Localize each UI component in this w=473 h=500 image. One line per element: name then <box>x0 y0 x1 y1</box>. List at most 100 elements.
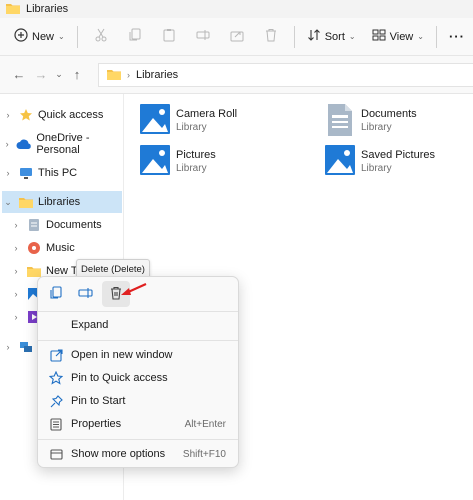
chevron-down-icon[interactable]: ⌄ <box>2 197 14 208</box>
sidebar-item-music[interactable]: › Music <box>2 237 122 259</box>
chevron-right-icon[interactable]: › <box>2 139 12 149</box>
cut-button[interactable] <box>84 24 118 50</box>
library-camera-roll[interactable]: Camera Roll Library <box>140 104 237 137</box>
breadcrumb-separator-icon: › <box>127 70 130 80</box>
view-label: View <box>389 30 414 43</box>
sort-label: Sort <box>324 30 345 43</box>
sidebar-item-documents[interactable]: › Documents <box>2 214 122 236</box>
menu-item-properties[interactable]: Properties Alt+Enter <box>38 413 238 435</box>
menu-item-shortcut: Alt+Enter <box>184 418 226 430</box>
sidebar-item-label: Quick access <box>38 109 104 121</box>
copy-button[interactable] <box>118 24 152 50</box>
sidebar-item-label: Libraries <box>38 196 81 208</box>
sidebar-item-label: Documents <box>46 219 102 231</box>
address-field[interactable]: › Libraries <box>98 63 473 87</box>
library-type: Library <box>176 163 207 174</box>
pictures-library-icon <box>140 104 170 137</box>
rename-button[interactable] <box>72 281 100 307</box>
library-type: Library <box>361 122 392 133</box>
music-icon <box>26 240 42 256</box>
divider <box>38 311 238 312</box>
sidebar-item-label: OneDrive - Personal <box>36 132 90 156</box>
library-type: Library <box>361 163 392 174</box>
folder-icon <box>18 194 34 210</box>
menu-item-pin-quick-access[interactable]: Pin to Quick access <box>38 367 238 389</box>
menu-item-label: Expand <box>71 319 109 331</box>
up-arrow-icon: ↑ <box>73 67 81 82</box>
menu-item-show-more-options[interactable]: Show more options Shift+F10 <box>38 443 238 465</box>
view-icon <box>372 28 386 45</box>
chevron-right-icon[interactable]: › <box>2 342 14 352</box>
sidebar-item-label: Music <box>46 242 75 254</box>
paste-icon <box>162 28 176 45</box>
share-button[interactable] <box>220 24 254 50</box>
sidebar-item-quick-access[interactable]: › Quick access <box>2 104 122 126</box>
folder-icon <box>107 68 121 83</box>
chevron-down-icon: ⌄ <box>417 32 424 41</box>
star-outline-icon <box>49 371 63 385</box>
chevron-right-icon[interactable]: › <box>10 266 22 276</box>
network-icon <box>18 339 34 355</box>
more-options-icon <box>49 447 63 461</box>
view-button[interactable]: View ⌄ <box>366 24 430 49</box>
chevron-right-icon[interactable]: › <box>2 110 14 120</box>
documents-library-icon <box>325 104 355 139</box>
copy-icon <box>128 28 142 45</box>
divider <box>435 25 437 48</box>
sidebar-item-libraries[interactable]: ⌄ Libraries <box>2 191 122 213</box>
library-pictures[interactable]: Pictures Library <box>140 145 216 178</box>
rename-icon <box>196 28 210 45</box>
pictures-library-icon <box>140 145 170 178</box>
sidebar-item-this-pc[interactable]: › This PC <box>2 162 122 184</box>
cut-icon <box>94 28 108 45</box>
star-icon <box>18 107 34 123</box>
plus-circle-icon <box>14 28 28 45</box>
up-button[interactable]: ↑ <box>66 63 88 87</box>
rename-icon <box>78 286 94 303</box>
menu-item-label: Show more options <box>71 448 166 460</box>
command-bar: New ⌄ Sort ⌄ View ⌄ ··· <box>0 18 473 56</box>
paste-button[interactable] <box>152 24 186 50</box>
chevron-right-icon[interactable]: › <box>10 289 22 299</box>
pc-icon <box>18 165 34 181</box>
divider <box>293 25 295 48</box>
delete-button[interactable] <box>254 24 288 50</box>
library-saved-pictures[interactable]: Saved Pictures Library <box>325 145 435 178</box>
chevron-right-icon[interactable]: › <box>10 243 22 253</box>
divider <box>38 439 238 440</box>
chevron-right-icon[interactable]: › <box>10 220 22 230</box>
menu-item-pin-start[interactable]: Pin to Start <box>38 390 238 412</box>
sidebar-item-label: This PC <box>38 167 78 179</box>
pin-icon <box>49 394 63 408</box>
copy-button[interactable] <box>42 281 70 307</box>
cloud-icon <box>16 136 32 152</box>
library-name: Saved Pictures <box>361 149 435 161</box>
menu-item-label: Pin to Start <box>71 395 126 407</box>
rename-button[interactable] <box>186 24 220 50</box>
menu-item-shortcut: Shift+F10 <box>182 448 226 460</box>
context-menu: Expand Open in new window Pin to Quick a… <box>37 276 239 468</box>
properties-icon <box>49 417 63 431</box>
back-button[interactable]: ← <box>8 63 30 87</box>
divider <box>38 340 238 341</box>
new-button[interactable]: New ⌄ <box>8 24 71 49</box>
menu-item-label: Open in new window <box>71 349 173 361</box>
forward-button[interactable]: → <box>30 63 52 87</box>
chevron-right-icon[interactable]: › <box>10 312 22 322</box>
title-bar: Libraries <box>0 0 473 18</box>
library-documents[interactable]: Documents Library <box>325 104 417 139</box>
menu-item-expand[interactable]: Expand <box>38 314 238 336</box>
recent-locations-button[interactable]: ⌄ <box>52 63 66 87</box>
see-more-button[interactable]: ··· <box>443 25 471 48</box>
sidebar-item-onedrive[interactable]: › OneDrive - Personal <box>2 132 122 156</box>
breadcrumb-libraries[interactable]: Libraries <box>136 69 178 81</box>
chevron-down-icon: ⌄ <box>58 32 65 41</box>
library-type: Library <box>176 122 207 133</box>
share-icon <box>230 28 244 45</box>
menu-item-open-new-window[interactable]: Open in new window <box>38 344 238 366</box>
more-dots-icon: ··· <box>448 29 465 44</box>
divider <box>76 25 78 48</box>
chevron-right-icon[interactable]: › <box>2 168 14 178</box>
sort-button[interactable]: Sort ⌄ <box>301 24 362 49</box>
chevron-down-icon: ⌄ <box>348 32 356 41</box>
